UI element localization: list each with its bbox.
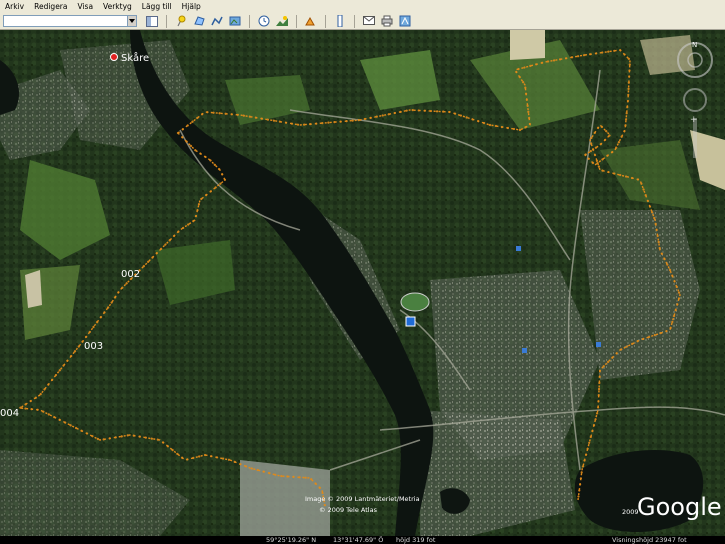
elevation-readout: höjd 319 fot	[396, 536, 436, 544]
menu-visa[interactable]: Visa	[72, 0, 98, 13]
toolbar-separator	[325, 14, 326, 28]
poi-marker[interactable]	[522, 348, 527, 353]
eye-altitude-readout: Visningshöjd 23947 fot	[612, 536, 687, 544]
print-icon	[381, 15, 393, 27]
search-dropdown-button[interactable]	[128, 15, 137, 27]
place-marker-icon[interactable]	[110, 53, 118, 61]
zoom-in-icon[interactable]: +	[690, 115, 698, 125]
sidebar-toggle-icon	[146, 15, 158, 27]
image-overlay-button[interactable]	[228, 15, 242, 28]
north-icon[interactable]: N	[692, 41, 697, 49]
menu-bar: Arkiv Redigera Visa Verktyg Lägg till Hj…	[0, 0, 725, 13]
logo-year: 2009	[622, 508, 639, 516]
poi-marker[interactable]	[596, 342, 601, 347]
menu-arkiv[interactable]: Arkiv	[0, 0, 29, 13]
menu-verktyg[interactable]: Verktyg	[98, 0, 137, 13]
satellite-map[interactable]: Skåre 002 003 004 Image © 2009 Lantmäter…	[0, 30, 725, 536]
copyright-data: © 2009 Tele Atlas	[319, 506, 378, 514]
path-button[interactable]	[210, 15, 224, 28]
polygon-button[interactable]	[192, 15, 206, 28]
sky-icon	[305, 16, 315, 26]
chevron-down-icon	[129, 19, 135, 23]
sunlight-button[interactable]	[275, 15, 289, 28]
waypoint-label: 002	[121, 269, 140, 280]
maps-icon	[399, 15, 411, 27]
path-icon	[211, 16, 223, 26]
copyright-imagery: Image © 2009 Lantmäteriet/Metria	[305, 495, 420, 503]
toolbar-separator	[296, 14, 297, 28]
menu-redigera[interactable]: Redigera	[29, 0, 72, 13]
waypoint-label: 003	[84, 341, 103, 352]
image-overlay-icon	[229, 16, 241, 26]
menu-hjalp[interactable]: Hjälp	[177, 0, 206, 13]
menu-lagg-till[interactable]: Lägg till	[137, 0, 177, 13]
latitude-readout: 59°25'19.26" N	[266, 536, 317, 544]
email-button[interactable]	[362, 15, 376, 28]
map-view[interactable]: Skåre 002 003 004 Image © 2009 Lantmäter…	[0, 30, 725, 536]
toolbar-separator	[354, 14, 355, 28]
placemark-button[interactable]	[174, 15, 188, 28]
sidebar-toggle-button[interactable]	[145, 15, 159, 28]
stadium	[400, 292, 430, 312]
polygon-icon	[194, 16, 205, 26]
sky-button[interactable]	[304, 15, 318, 28]
sunlight-icon	[276, 16, 288, 26]
email-icon	[363, 16, 375, 25]
poi-marker[interactable]	[516, 246, 521, 251]
placemark-icon	[177, 15, 186, 27]
print-button[interactable]	[380, 15, 394, 28]
poi-marker[interactable]	[405, 316, 416, 327]
toolbar-separator	[249, 14, 250, 28]
historical-imagery-icon	[258, 15, 270, 27]
ruler-button[interactable]	[333, 15, 347, 28]
longitude-readout: 13°31'47.69" Ö	[333, 536, 384, 544]
historical-imagery-button[interactable]	[257, 15, 271, 28]
status-bar: 59°25'19.26" N 13°31'47.69" Ö höjd 319 f…	[0, 536, 725, 544]
search-input[interactable]	[3, 15, 128, 27]
ruler-icon	[337, 15, 343, 27]
place-label: Skåre	[121, 51, 149, 64]
google-logo: Google	[637, 493, 722, 521]
maps-button[interactable]	[398, 15, 412, 28]
toolbar	[0, 13, 725, 30]
toolbar-separator	[166, 14, 167, 28]
waypoint-label: 004	[0, 408, 19, 419]
